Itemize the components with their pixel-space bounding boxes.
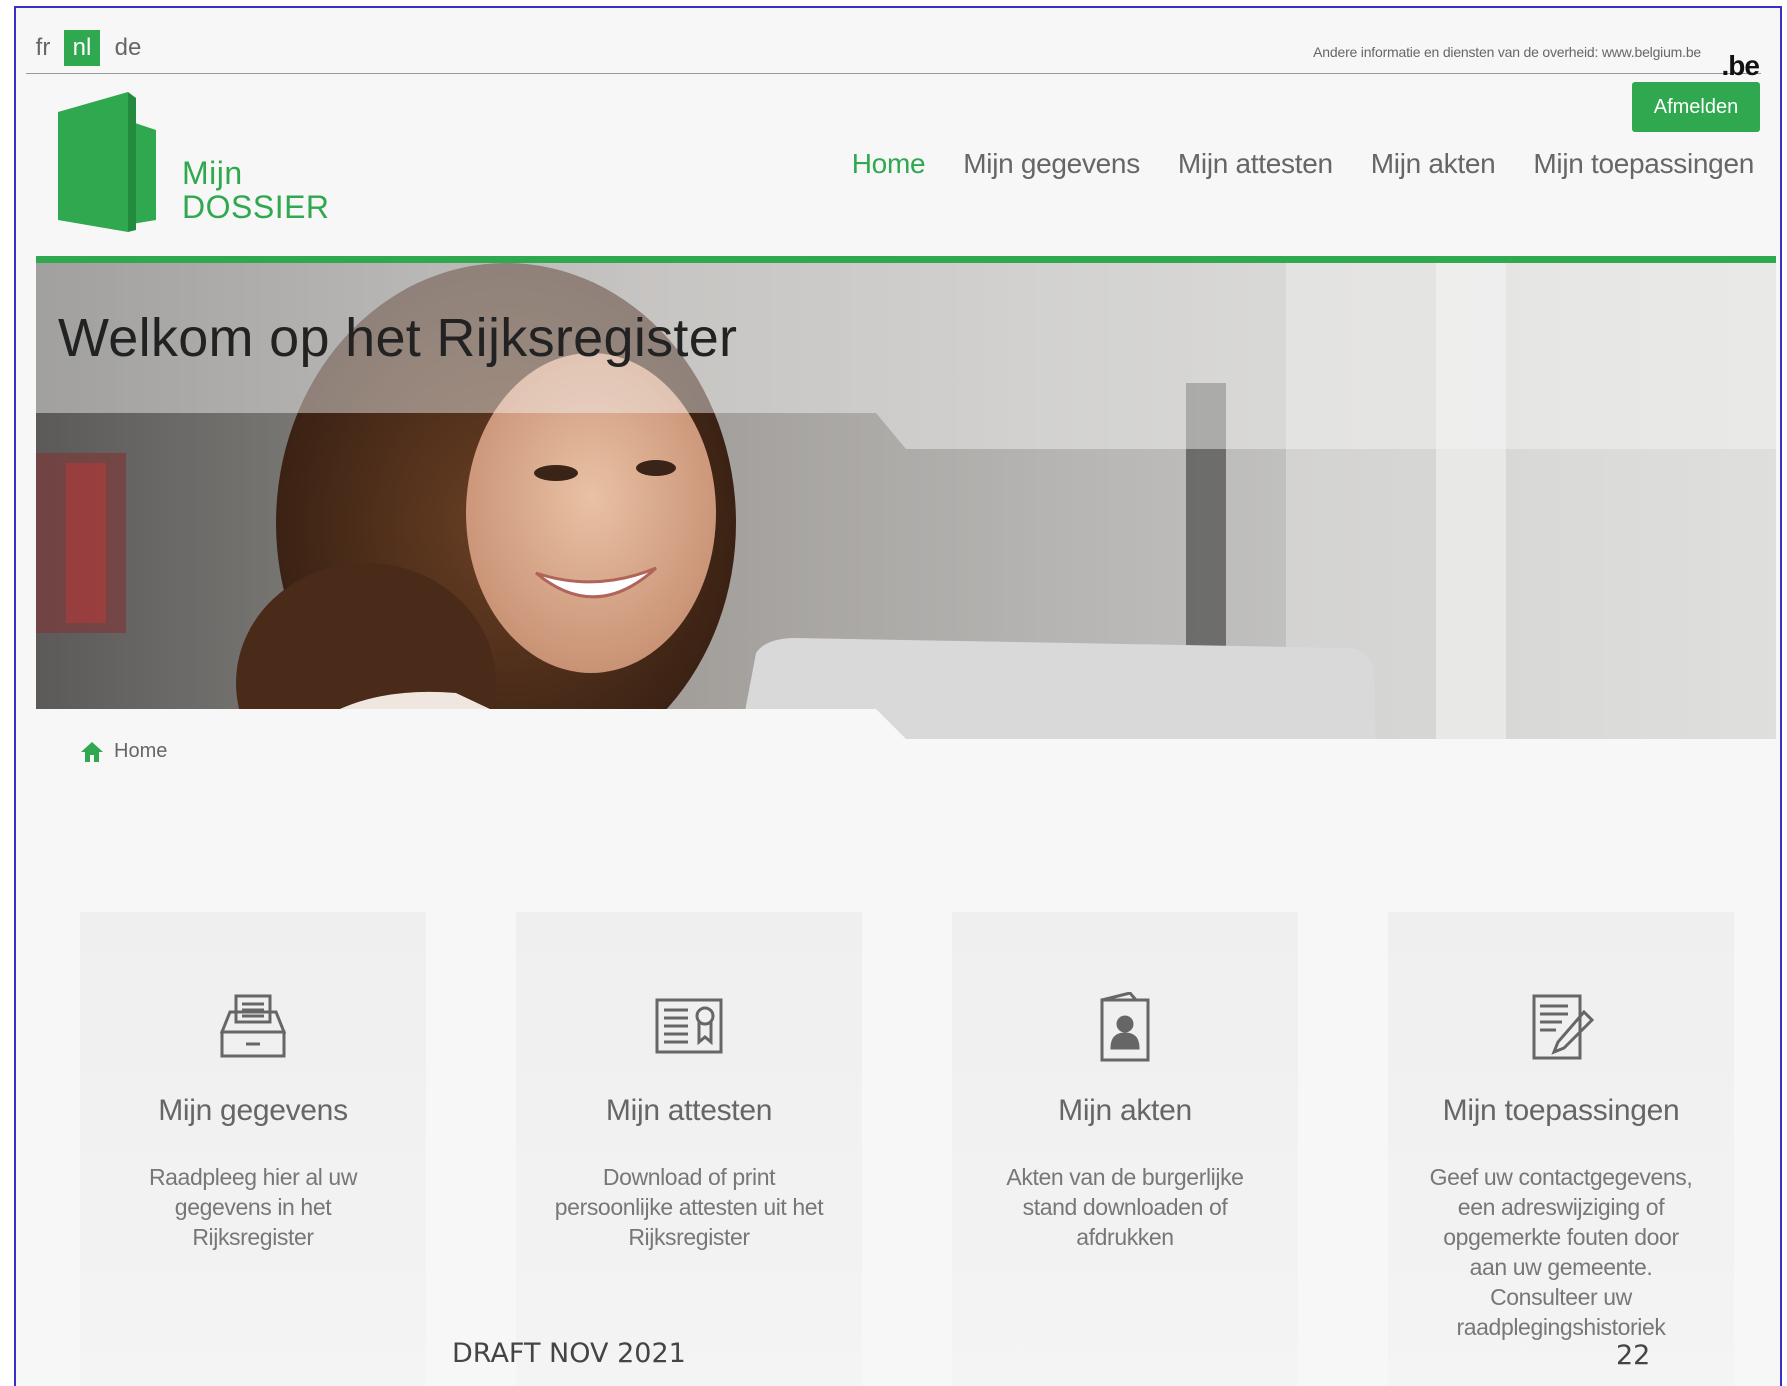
dossier-logo-icon <box>58 92 156 232</box>
breadcrumb: Home <box>80 740 167 763</box>
card-title: Mijn akten <box>1058 1094 1192 1127</box>
archive-tray-icon <box>218 992 288 1062</box>
edit-document-icon <box>1526 992 1596 1062</box>
main-navigation: Home Mijn gegevens Mijn attesten Mijn ak… <box>852 148 1755 180</box>
card-mijn-akten[interactable]: Mijn akten Akten van de burgerlijke stan… <box>952 912 1298 1386</box>
card-description: Raadpleeg hier al uw gegevens in het Rij… <box>148 1164 358 1250</box>
nav-mijn-toepassingen[interactable]: Mijn toepassingen <box>1533 148 1754 180</box>
language-fr-link[interactable]: fr <box>26 30 60 66</box>
government-info-link[interactable]: Andere informatie en diensten van de ove… <box>1313 44 1701 60</box>
card-mijn-toepassingen[interactable]: Mijn toepassingen Geef uw contactgegeven… <box>1388 912 1734 1386</box>
language-nl-link[interactable]: nl <box>64 30 100 66</box>
mijn-dossier-logo[interactable]: Mijn DOSSIER <box>58 92 348 242</box>
breadcrumb-home[interactable]: Home <box>114 740 167 763</box>
language-de-link[interactable]: de <box>108 30 148 66</box>
nav-home[interactable]: Home <box>852 148 926 180</box>
logo-line-mijn: Mijn <box>182 155 243 191</box>
home-icon[interactable] <box>80 741 104 763</box>
card-mijn-gegevens[interactable]: Mijn gegevens Raadpleeg hier al uw gegev… <box>80 912 426 1386</box>
nav-mijn-akten[interactable]: Mijn akten <box>1371 148 1496 180</box>
card-description: Geef uw contactgegevens, een adreswijzig… <box>1429 1164 1693 1340</box>
language-bar: fr nl de Andere informatie en diensten v… <box>26 20 1761 81</box>
card-description: Akten van de burgerlijke stand downloade… <box>1006 1164 1244 1250</box>
belgium-be-logo[interactable]: .be <box>1722 50 1760 82</box>
page-frame: fr nl de Andere informatie en diensten v… <box>14 6 1782 1386</box>
card-description: Download of print persoonlijke attesten … <box>554 1164 824 1250</box>
card-mijn-attesten[interactable]: Mijn attesten Download of print persoonl… <box>516 912 862 1386</box>
logo-text: Mijn DOSSIER <box>182 156 330 224</box>
hero-banner: Welkom op het Rijksregister <box>36 263 1776 759</box>
person-document-icon <box>1090 991 1160 1062</box>
card-title: Mijn gegevens <box>158 1094 348 1127</box>
hero-title: Welkom op het Rijksregister <box>58 308 738 368</box>
logo-line-dossier: DOSSIER <box>182 189 330 225</box>
page-number: 22 <box>1616 1340 1651 1371</box>
nav-mijn-gegevens[interactable]: Mijn gegevens <box>963 148 1140 180</box>
header-divider <box>36 256 1776 263</box>
logout-button[interactable]: Afmelden <box>1632 82 1760 132</box>
nav-mijn-attesten[interactable]: Mijn attesten <box>1178 148 1333 180</box>
card-title: Mijn toepassingen <box>1442 1094 1680 1127</box>
certificate-icon <box>654 992 724 1062</box>
draft-label: DRAFT NOV 2021 <box>452 1338 686 1369</box>
card-title: Mijn attesten <box>605 1094 773 1127</box>
